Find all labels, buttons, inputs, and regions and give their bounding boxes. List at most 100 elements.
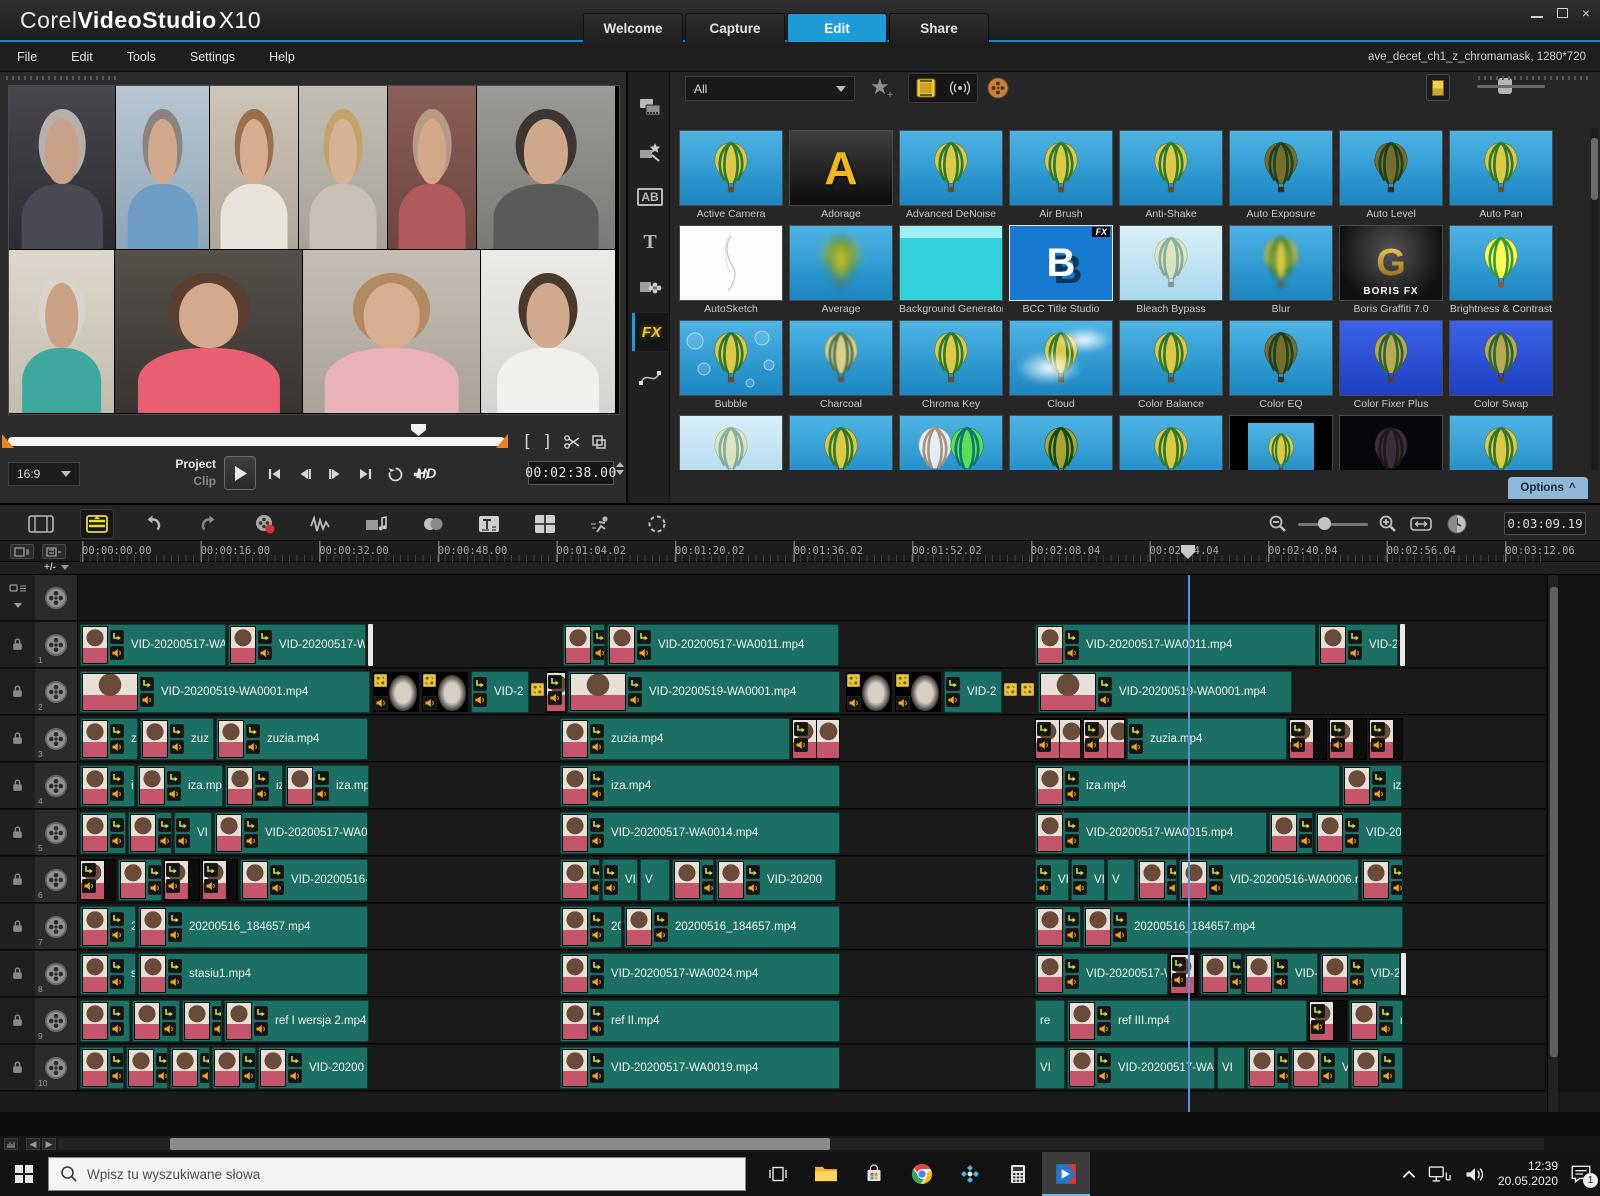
transition-clip[interactable]: [894, 671, 942, 713]
effect-bcc-title-studio[interactable]: BFXBCC Title Studio: [1009, 225, 1113, 315]
auto-music-button[interactable]: [360, 509, 394, 539]
timeline-clip[interactable]: VID: [126, 1047, 168, 1089]
preview-scrubber[interactable]: [8, 437, 505, 446]
timeline-clip[interactable]: VID: [1269, 812, 1313, 854]
timeline-clip[interactable]: VID: [80, 1047, 124, 1089]
timeline-clip[interactable]: zuzia.mp4: [216, 718, 368, 760]
clip-thumbnails[interactable]: [546, 671, 566, 713]
effect-thumbnail[interactable]: [1339, 415, 1443, 470]
effect-thumbnail[interactable]: [789, 415, 893, 470]
effect-thumbnail[interactable]: BFX: [1009, 225, 1113, 301]
overlay-track-header-1[interactable]: 1: [35, 622, 78, 668]
motion-path-icon[interactable]: [632, 358, 668, 396]
menu-help[interactable]: Help: [252, 50, 312, 64]
gallery-filter-select[interactable]: All: [685, 76, 855, 101]
timeline-clip[interactable]: ref I wersja 2.mp4: [224, 1000, 369, 1042]
track-lock-icon[interactable]: [0, 810, 35, 856]
timeline-clip[interactable]: VI: [174, 812, 212, 854]
timeline-clip[interactable]: iza.mp4: [137, 765, 223, 807]
timecode-spinner[interactable]: [616, 462, 624, 475]
timeline-clip[interactable]: iza.mp4: [560, 765, 840, 807]
hd-toggle[interactable]: HD: [416, 465, 436, 481]
track-lane[interactable]: izaiza.mp4iza.riza.mp4iza.mp4iza.mp4iza.…: [78, 763, 1545, 809]
clip-mode-label[interactable]: Clip: [150, 473, 216, 490]
effect-thumbnail[interactable]: GBORIS FX: [1339, 225, 1443, 301]
redo-button[interactable]: [192, 509, 226, 539]
trim-start-handle[interactable]: [2, 434, 14, 448]
ripple-edit-button[interactable]: [416, 509, 450, 539]
overlay-track-header-6[interactable]: 6: [35, 857, 78, 903]
preview-timecode[interactable]: 00:02:38.00: [528, 461, 614, 485]
timeline-clip[interactable]: VID-202005: [1244, 953, 1318, 995]
track-lock-icon[interactable]: [0, 951, 35, 997]
timeline-clip[interactable]: iza: [80, 765, 135, 807]
track-lock-icon[interactable]: [0, 1045, 35, 1091]
timeline-clip[interactable]: VID-20200517-WA0011.mp4: [1035, 624, 1316, 666]
timeline-clip[interactable]: VID-2: [944, 671, 1002, 713]
effect-thumbnail[interactable]: [899, 415, 1003, 470]
film-reel-icon[interactable]: [986, 76, 1010, 100]
split-screen-template-button[interactable]: [528, 509, 562, 539]
timeline-zoom-knob[interactable]: [1318, 517, 1331, 530]
timeline-clip[interactable]: VID: [118, 859, 162, 901]
timeline-clip[interactable]: VID: [170, 1047, 210, 1089]
effect-thumbnail[interactable]: [1009, 130, 1113, 206]
effect-charcoal[interactable]: Charcoal: [789, 320, 893, 410]
effect-thumbnail[interactable]: [789, 415, 893, 470]
effect-thumbnail[interactable]: [1449, 415, 1553, 470]
effect-thumbnail[interactable]: [1229, 415, 1333, 470]
multi-trim-icon[interactable]: [591, 434, 607, 450]
track-lock-icon[interactable]: [0, 716, 35, 762]
track-lock-icon[interactable]: [0, 904, 35, 950]
add-remove-track-button[interactable]: +/-: [44, 562, 69, 573]
timeline-clip[interactable]: VID: [1137, 859, 1177, 901]
library-scrollbar[interactable]: [1591, 128, 1598, 470]
track-lane[interactable]: refrefreref I wersja 2.mp4ref II.mp4rere…: [78, 998, 1545, 1044]
timeline-clip[interactable]: VID-2: [471, 671, 529, 713]
minimize-icon[interactable]: [1531, 8, 1543, 18]
effect-thumbnail[interactable]: [1339, 320, 1443, 396]
timeline-clip[interactable]: V: [1107, 859, 1135, 901]
effect-thumbnail[interactable]: [899, 415, 1003, 470]
overlay-track-header-4[interactable]: 4: [35, 763, 78, 809]
video-track-header[interactable]: [35, 575, 78, 621]
overlay-track-header-10[interactable]: 10: [35, 1045, 78, 1091]
effect-color-fixer-plus[interactable]: Color Fixer Plus: [1339, 320, 1443, 410]
timeline-clip[interactable]: VID-20200517-WA0019.mp4: [560, 1047, 840, 1089]
effect-background-generator[interactable]: Background Generator: [899, 225, 1003, 315]
microsoft-store-icon[interactable]: [850, 1152, 898, 1196]
effect-thumbnail[interactable]: [1119, 225, 1223, 301]
overlay-track-header-9[interactable]: 9: [35, 998, 78, 1044]
preview-scrub-marker[interactable]: [411, 424, 426, 436]
effect-bubble[interactable]: Bubble: [679, 320, 783, 410]
timeline-clip[interactable]: VID: [1247, 1047, 1289, 1089]
fit-timeline-icon[interactable]: [1410, 514, 1432, 534]
timeline-ruler[interactable]: 00:00:00.0000:00:16.0000:00:32.0000:00:4…: [0, 541, 1600, 562]
track-lane[interactable]: VID-20200517-WA00VID-20200517-WA0VIDVID-…: [78, 622, 1545, 668]
clip-thumbnails[interactable]: [1309, 1000, 1347, 1042]
action-center-icon[interactable]: 1: [1570, 1164, 1592, 1184]
timeline-clip[interactable]: zuz: [140, 718, 214, 760]
clip-thumbnails[interactable]: [1035, 718, 1081, 760]
maximize-icon[interactable]: [1557, 8, 1568, 18]
effect-thumbnail[interactable]: [899, 225, 1003, 301]
timeline-clip[interactable]: VID-20200517-WA0: [214, 812, 368, 854]
effect-thumbnail[interactable]: [1449, 415, 1553, 470]
effect-thumbnail[interactable]: [1009, 320, 1113, 396]
timeline-clip[interactable]: VID-20200: [1315, 812, 1402, 854]
clip-thumbnails[interactable]: [1083, 718, 1125, 760]
timeline-clip[interactable]: iza.mp4: [285, 765, 369, 807]
effect-thumbnail[interactable]: [679, 415, 783, 470]
timeline-clip[interactable]: VID: [672, 859, 714, 901]
effect-air-brush[interactable]: Air Brush: [1009, 130, 1113, 220]
timeline-clip[interactable]: ref III.mp4: [1067, 1000, 1307, 1042]
scroll-left-arrow[interactable]: ◀: [26, 1138, 40, 1150]
timeline-clip[interactable]: ref III.m: [1349, 1000, 1403, 1042]
menu-edit[interactable]: Edit: [54, 50, 110, 64]
timeline-clip[interactable]: zuzia.mp4: [560, 718, 790, 760]
zoom-in-icon[interactable]: [1378, 514, 1398, 534]
timeline-clip[interactable]: VID: [602, 859, 638, 901]
track-lane[interactable]: zzuzzuzia.mp4zuzia.mp4zuzia.mp4: [78, 716, 1545, 762]
effect-active-camera[interactable]: Active Camera: [679, 130, 783, 220]
effect-thumbnail[interactable]: [1229, 225, 1333, 301]
